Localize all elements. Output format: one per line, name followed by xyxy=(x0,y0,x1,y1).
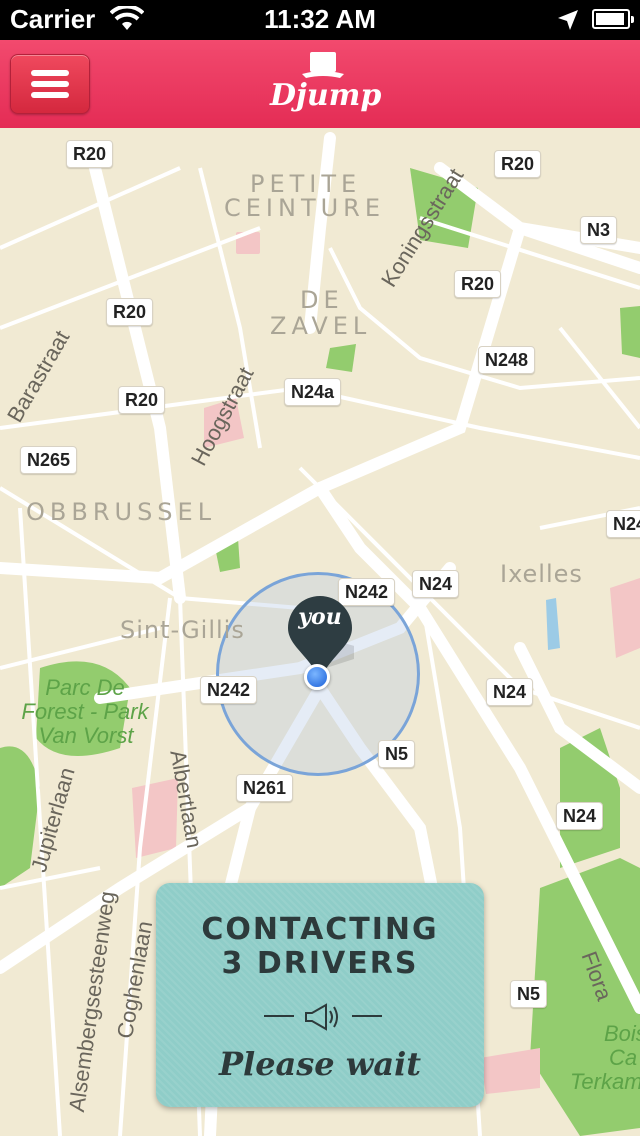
park-label: Parc De xyxy=(45,675,125,700)
road-label: N261 xyxy=(236,774,294,802)
road-label: N24 xyxy=(556,802,604,830)
park-label: Van Vorst xyxy=(38,723,134,748)
status-bar: Carrier 11:32 AM xyxy=(0,0,640,40)
navbar: Djump xyxy=(0,40,640,128)
district-label: Sint-Gillis xyxy=(120,616,245,644)
road-label: N24 xyxy=(486,678,534,706)
clock: 11:32 AM xyxy=(264,4,376,34)
road-label: N24 xyxy=(606,510,640,538)
road-label: N24a xyxy=(284,378,342,406)
road-label: N265 xyxy=(20,446,78,474)
road-label: N5 xyxy=(510,980,548,1008)
district-label: PETITE xyxy=(250,170,362,198)
please-wait-label: Please wait xyxy=(218,1045,422,1083)
contacting-drivers-panel: CONTACTING 3 DRIVERS Please wait xyxy=(156,883,484,1107)
megaphone-icon xyxy=(305,1003,338,1031)
road-label: R20 xyxy=(118,386,166,414)
road-label: R20 xyxy=(106,298,154,326)
district-label: OBBRUSSEL xyxy=(26,498,217,526)
battery-icon xyxy=(592,9,634,29)
divider xyxy=(264,1015,294,1017)
road-label: N3 xyxy=(580,216,618,244)
road-label: R20 xyxy=(66,140,114,168)
road-label: N242 xyxy=(200,676,258,704)
park-label: Ca xyxy=(608,1045,638,1070)
road-label: R20 xyxy=(494,150,542,178)
location-services-icon xyxy=(558,10,578,30)
district-label: ZAVEL xyxy=(270,312,372,340)
road-label: N5 xyxy=(378,740,416,768)
district-label: Ixelles xyxy=(500,560,583,588)
road-label: R20 xyxy=(454,270,502,298)
logo-text: Djump xyxy=(270,78,382,113)
current-location-dot xyxy=(304,664,330,690)
contacting-title: CONTACTING 3 DRIVERS xyxy=(156,913,484,981)
district-label: CEINTURE xyxy=(224,194,386,222)
road-label: N24 xyxy=(412,570,460,598)
menu-button[interactable] xyxy=(10,54,90,114)
road-label: N248 xyxy=(478,346,536,374)
park-label: Bois xyxy=(604,1021,640,1046)
park-label: Terkam xyxy=(570,1069,640,1094)
park-label: Forest - Park xyxy=(21,699,149,724)
contacting-title-line1: CONTACTING xyxy=(201,912,439,947)
divider xyxy=(352,1015,382,1017)
district-label: DE xyxy=(300,286,344,314)
contacting-title-line2: 3 DRIVERS xyxy=(221,946,419,981)
you-label: you xyxy=(298,604,342,630)
app-logo: Djump xyxy=(270,48,382,124)
